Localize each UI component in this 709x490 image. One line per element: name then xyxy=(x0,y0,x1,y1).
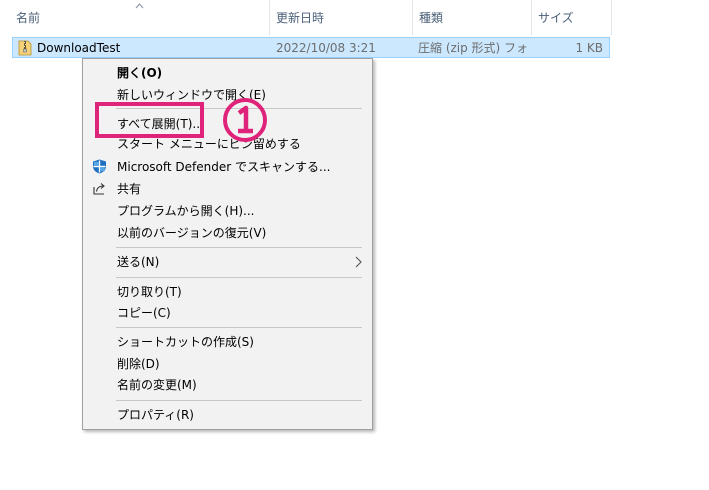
menu-item-label: 切り取り(T) xyxy=(117,285,182,299)
zip-folder-icon xyxy=(18,40,32,56)
menu-item-label: プロパティ(R) xyxy=(117,408,194,422)
menu-separator xyxy=(116,400,362,401)
menu-item-label: ショートカットの作成(S) xyxy=(117,335,254,349)
column-header-size[interactable]: サイズ xyxy=(532,0,611,35)
menu-item-copy[interactable]: コピー(C) xyxy=(83,302,372,324)
file-modified-date: 2022/10/08 3:21 xyxy=(276,41,376,55)
file-type: 圧縮 (zip 形式) フォ... xyxy=(418,41,528,55)
menu-item-label: 削除(D) xyxy=(117,357,160,371)
menu-item-label: 共有 xyxy=(117,182,142,196)
file-explorer-view: 名前 更新日時 種類 サイズ DownloadTest 2022/10/08 3… xyxy=(0,0,709,490)
column-header-type[interactable]: 種類 xyxy=(413,0,531,35)
column-header-modified[interactable]: 更新日時 xyxy=(270,0,412,35)
step-number-marker: ① xyxy=(223,98,267,142)
menu-item-rename[interactable]: 名前の変更(M) xyxy=(83,374,372,396)
file-size: 1 KB xyxy=(575,41,603,55)
menu-item-label: 開く(O) xyxy=(117,66,163,80)
menu-item-cut[interactable]: 切り取り(T) xyxy=(83,281,372,303)
column-divider[interactable] xyxy=(611,0,612,35)
menu-separator xyxy=(116,327,362,328)
file-row-selected[interactable]: DownloadTest 2022/10/08 3:21 圧縮 (zip 形式)… xyxy=(12,37,610,58)
menu-separator xyxy=(116,277,362,278)
menu-item-open-with[interactable]: プログラムから開く(H)... xyxy=(83,200,372,222)
file-name[interactable]: DownloadTest xyxy=(37,38,120,57)
highlight-box xyxy=(95,102,204,138)
menu-item-label: 送る(N) xyxy=(117,255,160,269)
defender-shield-icon xyxy=(93,159,106,174)
menu-item-share[interactable]: 共有 xyxy=(83,178,372,200)
menu-item-delete[interactable]: 削除(D) xyxy=(83,353,372,375)
menu-item-restore-previous-versions[interactable]: 以前のバージョンの復元(V) xyxy=(83,222,372,244)
share-icon xyxy=(93,183,105,195)
menu-item-send-to[interactable]: 送る(N) xyxy=(83,251,372,273)
menu-separator xyxy=(116,247,362,248)
menu-item-create-shortcut[interactable]: ショートカットの作成(S) xyxy=(83,331,372,353)
menu-item-properties[interactable]: プロパティ(R) xyxy=(83,404,372,426)
menu-item-label: コピー(C) xyxy=(117,306,171,320)
menu-item-label: Microsoft Defender でスキャンする... xyxy=(117,160,331,174)
menu-item-label: 以前のバージョンの復元(V) xyxy=(117,226,267,240)
menu-item-defender-scan[interactable]: Microsoft Defender でスキャンする... xyxy=(83,156,372,178)
column-header-bar: 名前 更新日時 種類 サイズ xyxy=(0,0,612,35)
menu-item-label: プログラムから開く(H)... xyxy=(117,204,255,218)
submenu-arrow-icon xyxy=(355,256,362,268)
menu-item-label: 名前の変更(M) xyxy=(117,378,197,392)
menu-item-open[interactable]: 開く(O) xyxy=(83,62,372,84)
column-header-name[interactable]: 名前 xyxy=(10,0,268,35)
